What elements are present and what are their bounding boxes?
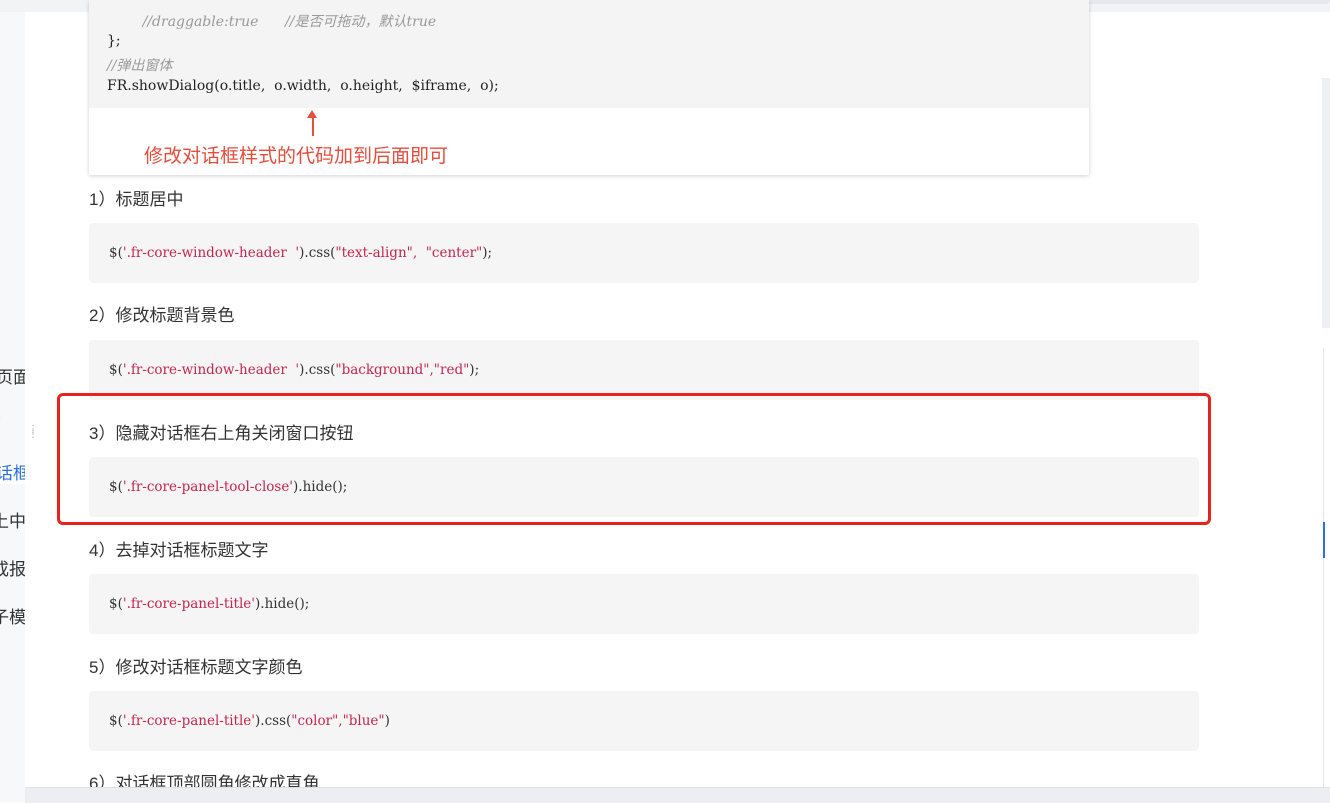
- image-code-line: //弹出窗体: [107, 58, 173, 74]
- sidebar-nav: 页面 面 话框样 上中的 成报表 子模板: [0, 12, 25, 802]
- sidebar-item[interactable]: 页面: [0, 368, 25, 388]
- bottom-bar: [25, 787, 1330, 803]
- section-heading: 4）去掉对话框标题文字: [89, 541, 269, 560]
- sidebar-resize-handle[interactable]: ⋮ ⋮: [28, 425, 38, 440]
- section-heading: 1）标题居中: [89, 190, 184, 209]
- right-panel-edge: [1322, 78, 1330, 328]
- image-annotation: 修改对话框样式的代码加到后面即可: [144, 146, 449, 167]
- image-code-line: //draggable:true //是否可拖动，默认true: [107, 14, 437, 30]
- code-block: $('.fr-core-window-header ').css("text-a…: [89, 223, 1199, 283]
- highlight-box: [57, 393, 1211, 525]
- sidebar-item[interactable]: 成报表: [0, 560, 25, 580]
- section-heading: 2）修改标题背景色: [89, 306, 235, 325]
- image-code-line: };: [107, 33, 121, 49]
- code-line: $('.fr-core-window-header ').css("backgr…: [109, 362, 480, 378]
- scroll-position-indicator[interactable]: [1323, 522, 1325, 558]
- screenshot-image: //draggable:true //是否可拖动，默认true }; //弹出窗…: [89, 0, 1089, 175]
- code-block: $('.fr-core-panel-title').hide();: [89, 574, 1199, 634]
- sidebar-item[interactable]: 面: [0, 416, 1, 436]
- up-arrow-icon: [307, 110, 317, 136]
- sidebar-item-active[interactable]: 话框样: [0, 464, 25, 484]
- code-line: $('.fr-core-window-header ').css("text-a…: [109, 245, 493, 261]
- right-panel-divider: [1323, 348, 1324, 788]
- code-line: $('.fr-core-panel-title').hide();: [109, 596, 310, 612]
- section-heading: 5）修改对话框标题文字颜色: [89, 658, 303, 677]
- image-code-line: FR.showDialog(o.title, o.width, o.height…: [107, 78, 499, 94]
- sidebar-item[interactable]: 上中的: [0, 512, 25, 532]
- code-block: $('.fr-core-window-header ').css("backgr…: [89, 340, 1199, 400]
- image-code-area: //draggable:true //是否可拖动，默认true }; //弹出窗…: [89, 0, 1089, 108]
- code-line: $('.fr-core-panel-title').css("color","b…: [109, 713, 390, 729]
- sidebar-item[interactable]: 子模板: [0, 608, 25, 628]
- code-block: $('.fr-core-panel-title').css("color","b…: [89, 691, 1199, 751]
